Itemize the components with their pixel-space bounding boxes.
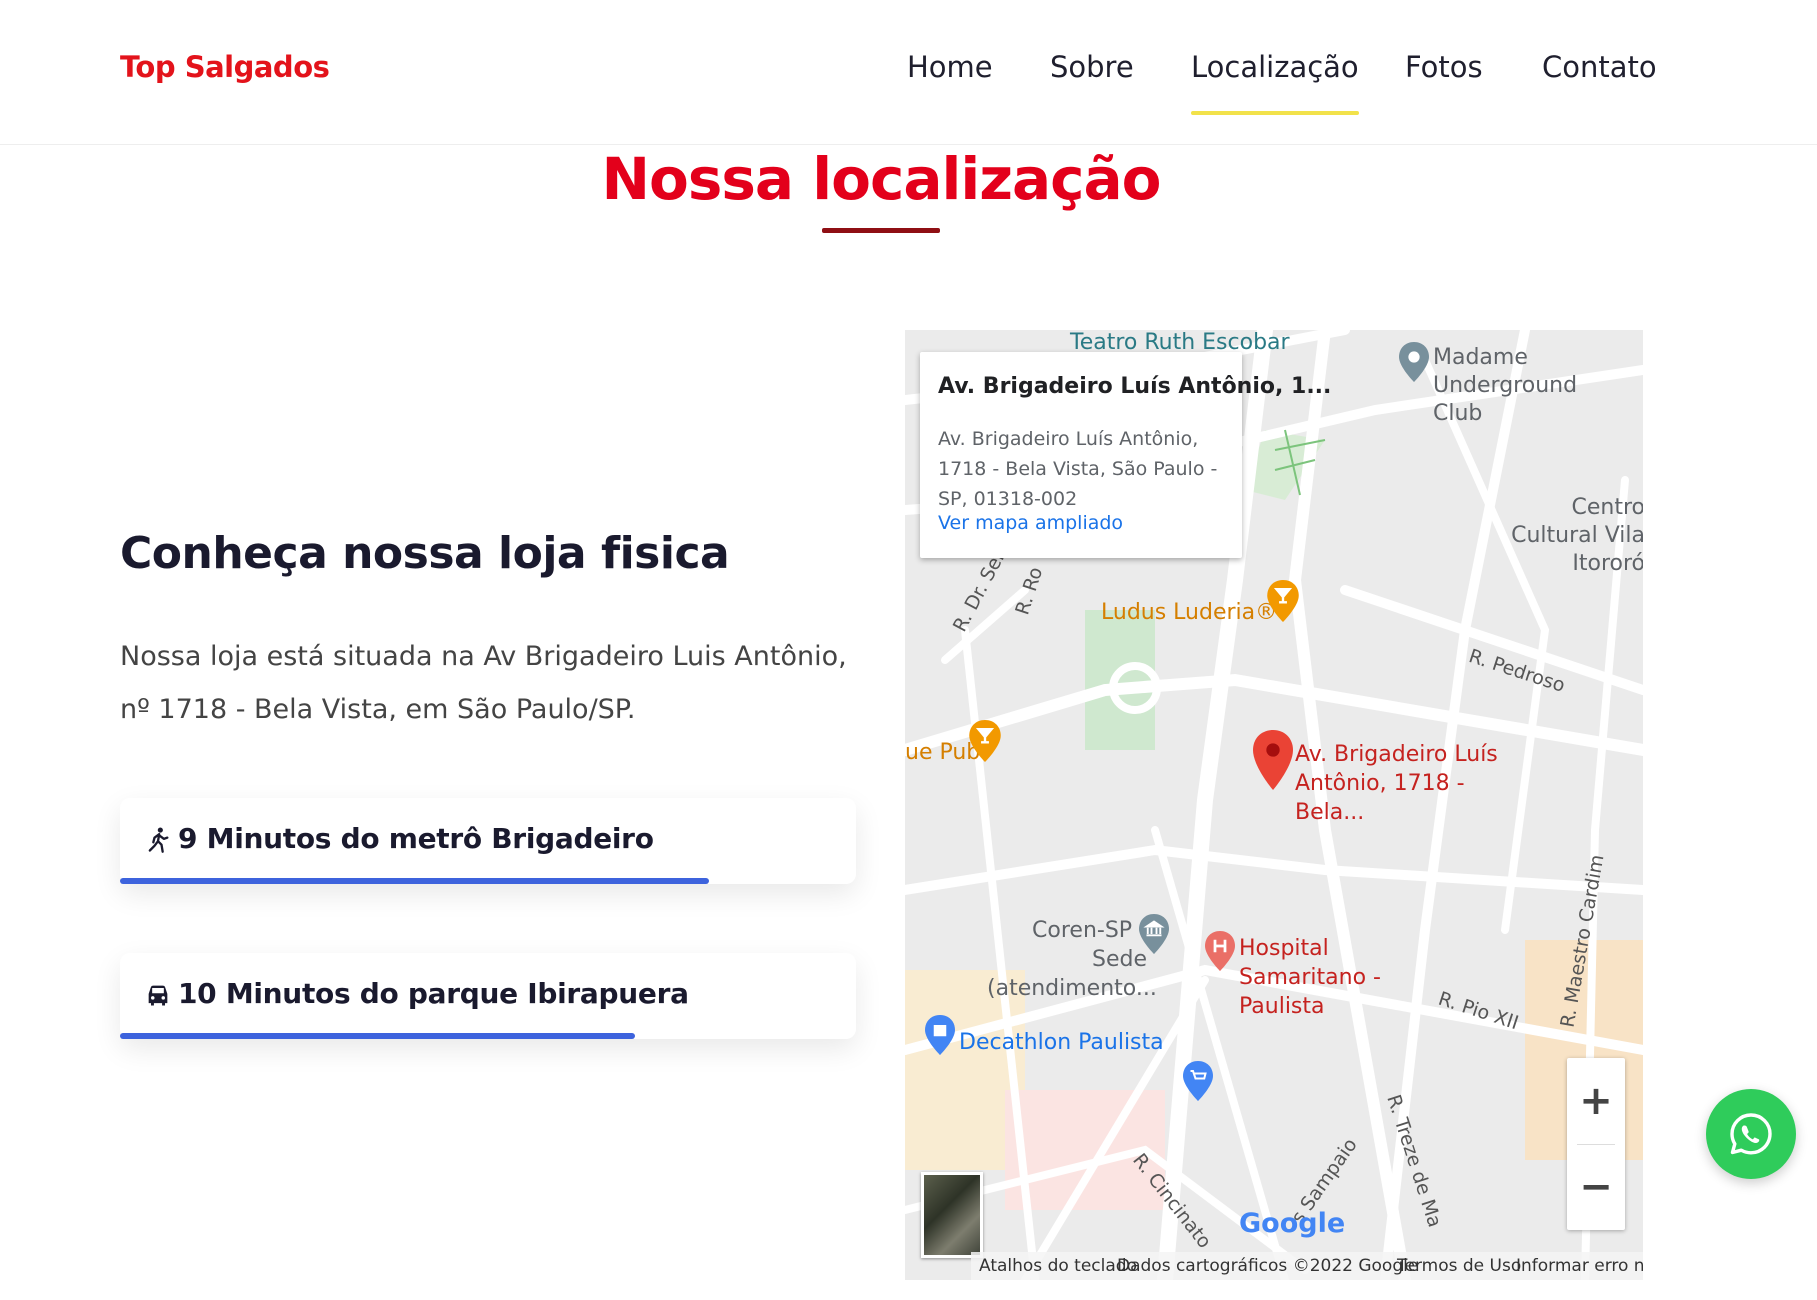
- nav-sobre[interactable]: Sobre: [1050, 50, 1134, 84]
- map-attribution-bar: Atalhos do teclado Dados cartográficos ©…: [971, 1252, 1643, 1280]
- place-centro-cultural[interactable]: Centro Cultural Vila Itororó: [1505, 494, 1643, 578]
- store-description: Nossa loja está situada na Av Brigadeiro…: [120, 641, 847, 725]
- map-data-credit: Dados cartográficos ©2022 Google: [1117, 1256, 1419, 1276]
- place-hospital[interactable]: Hospital Samaritano - Paulista: [1239, 934, 1439, 1021]
- place-coren[interactable]: Coren-SP - Sede (atendimento...: [987, 916, 1157, 1003]
- site-header: Top Salgados Home Sobre Localização Foto…: [0, 0, 1817, 145]
- map-info-window: Av. Brigadeiro Luís Antônio, 1... Av. Br…: [920, 352, 1331, 558]
- place-decathlon[interactable]: Decathlon Paulista: [959, 1030, 1164, 1055]
- zoom-in-button[interactable]: +: [1567, 1058, 1625, 1144]
- nav-home[interactable]: Home: [907, 50, 993, 84]
- keyboard-shortcuts-link[interactable]: Atalhos do teclado: [979, 1256, 1137, 1276]
- terms-link[interactable]: Termos de Uso: [1397, 1256, 1521, 1276]
- parque-distance-label: 10 Minutos do parque Ibirapuera: [178, 977, 689, 1010]
- walking-icon: [148, 827, 169, 853]
- parque-progress-fill: [120, 1033, 636, 1039]
- store-heading: Conheça nossa loja fisica: [120, 528, 730, 579]
- title-underline: [822, 228, 940, 233]
- bar-pin-icon[interactable]: [1267, 580, 1299, 622]
- location-marker-icon[interactable]: [1253, 730, 1293, 790]
- place-ludus[interactable]: Ludus Luderia®: [1101, 600, 1277, 625]
- metro-distance-card: 9 Minutos do metrô Brigadeiro: [120, 798, 856, 884]
- brand-logo[interactable]: Top Salgados: [120, 50, 330, 84]
- place-madame[interactable]: Madame Underground Club: [1433, 344, 1603, 428]
- satellite-toggle[interactable]: [921, 1172, 983, 1258]
- zoom-controls: + −: [1567, 1058, 1625, 1230]
- pub-pin-icon[interactable]: [969, 720, 1001, 762]
- google-logo: Google: [1239, 1208, 1345, 1239]
- car-icon: [148, 985, 168, 1006]
- google-map[interactable]: Teatro Ruth Escobar Madame Underground C…: [905, 330, 1643, 1280]
- whatsapp-button[interactable]: [1706, 1089, 1796, 1179]
- parque-progress-bar: [120, 1033, 856, 1039]
- section-title: Nossa localização: [601, 145, 1161, 213]
- whatsapp-icon: [1730, 1113, 1772, 1155]
- view-larger-map-link[interactable]: Ver mapa ampliado: [938, 512, 1123, 534]
- shopping-pin-icon[interactable]: [925, 1014, 955, 1056]
- info-window-address: Av. Brigadeiro Luís Antônio, 1718 - Bela…: [938, 428, 1218, 510]
- hospital-pin-icon[interactable]: [1205, 930, 1235, 972]
- madame-pin-icon[interactable]: [1399, 342, 1429, 382]
- cart-pin-icon[interactable]: [1183, 1060, 1213, 1102]
- metro-progress-fill: [120, 878, 709, 884]
- building-pin-icon[interactable]: [1139, 914, 1169, 954]
- nav-contato[interactable]: Contato: [1542, 50, 1657, 84]
- info-window-title: Av. Brigadeiro Luís Antônio, 1...: [938, 374, 1332, 399]
- nav-fotos[interactable]: Fotos: [1405, 50, 1483, 84]
- report-error-link[interactable]: Informar erro no mapa: [1516, 1256, 1643, 1276]
- metro-distance-label: 9 Minutos do metrô Brigadeiro: [178, 822, 654, 855]
- place-marker-address[interactable]: Av. Brigadeiro Luís Antônio, 1718 - Bela…: [1295, 740, 1525, 827]
- google-logo-text: Google: [1239, 1208, 1346, 1239]
- zoom-out-button[interactable]: −: [1567, 1144, 1625, 1230]
- nav-localizacao[interactable]: Localização: [1191, 50, 1359, 115]
- metro-progress-bar: [120, 878, 856, 884]
- parque-distance-card: 10 Minutos do parque Ibirapuera: [120, 953, 856, 1039]
